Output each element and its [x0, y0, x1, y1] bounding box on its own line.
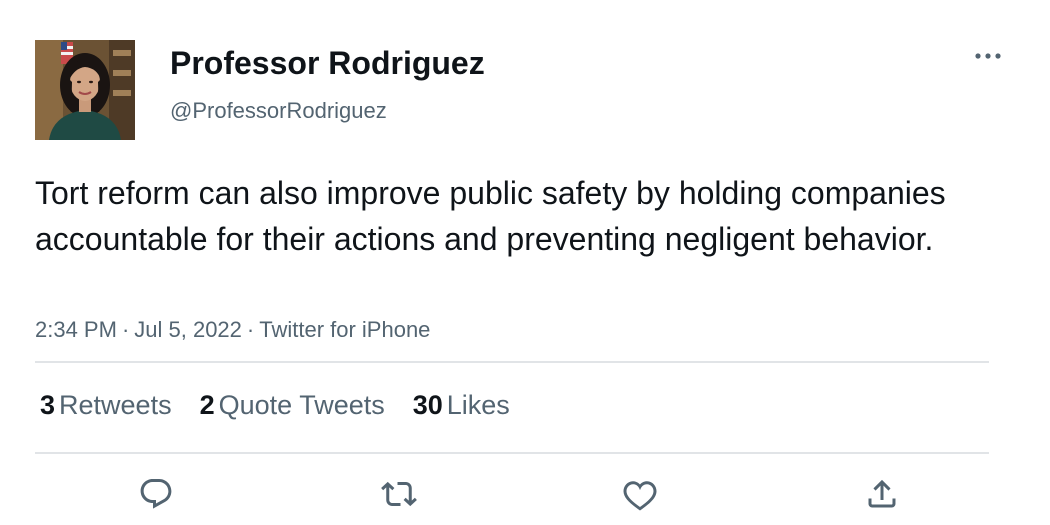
heart-icon — [623, 481, 657, 511]
divider — [35, 361, 989, 363]
retweet-icon — [381, 481, 417, 507]
meta-separator: · — [246, 317, 255, 342]
retweets-label: Retweets — [59, 390, 172, 420]
tweet-text: Tort reform can also improve public safe… — [35, 175, 946, 257]
share-icon — [868, 479, 896, 508]
author-handle[interactable]: @ProfessorRodriguez — [170, 97, 387, 125]
meta-separator: · — [121, 317, 130, 342]
retweets-stat[interactable]: 3 Retweets — [40, 388, 172, 422]
like-button[interactable] — [622, 476, 658, 512]
reply-button[interactable] — [138, 476, 174, 512]
retweets-count: 3 — [40, 390, 56, 420]
reply-icon — [140, 479, 172, 509]
author-display-name[interactable]: Professor Rodriguez — [170, 44, 485, 82]
quote-tweets-label: Quote Tweets — [218, 390, 385, 420]
tweet-time[interactable]: 2:34 PM — [35, 317, 117, 342]
quote-tweets-stat[interactable]: 2 Quote Tweets — [200, 388, 385, 422]
avatar[interactable] — [35, 40, 135, 140]
likes-label: Likes — [446, 390, 510, 420]
divider — [35, 452, 989, 454]
share-button[interactable] — [864, 476, 900, 512]
likes-stat[interactable]: 30 Likes — [413, 388, 510, 422]
tweet-source[interactable]: Twitter for iPhone — [259, 317, 430, 342]
more-options-icon[interactable] — [968, 42, 1008, 70]
tweet-metadata: 2:34 PM · Jul 5, 2022 · Twitter for iPhone — [35, 316, 430, 344]
likes-count: 30 — [412, 390, 443, 420]
quote-tweets-count: 2 — [199, 390, 215, 420]
retweet-button[interactable] — [381, 476, 417, 512]
tweet-stats: 3 Retweets 2 Quote Tweets 30 Likes — [40, 388, 538, 422]
tweet-date[interactable]: Jul 5, 2022 — [134, 317, 242, 342]
